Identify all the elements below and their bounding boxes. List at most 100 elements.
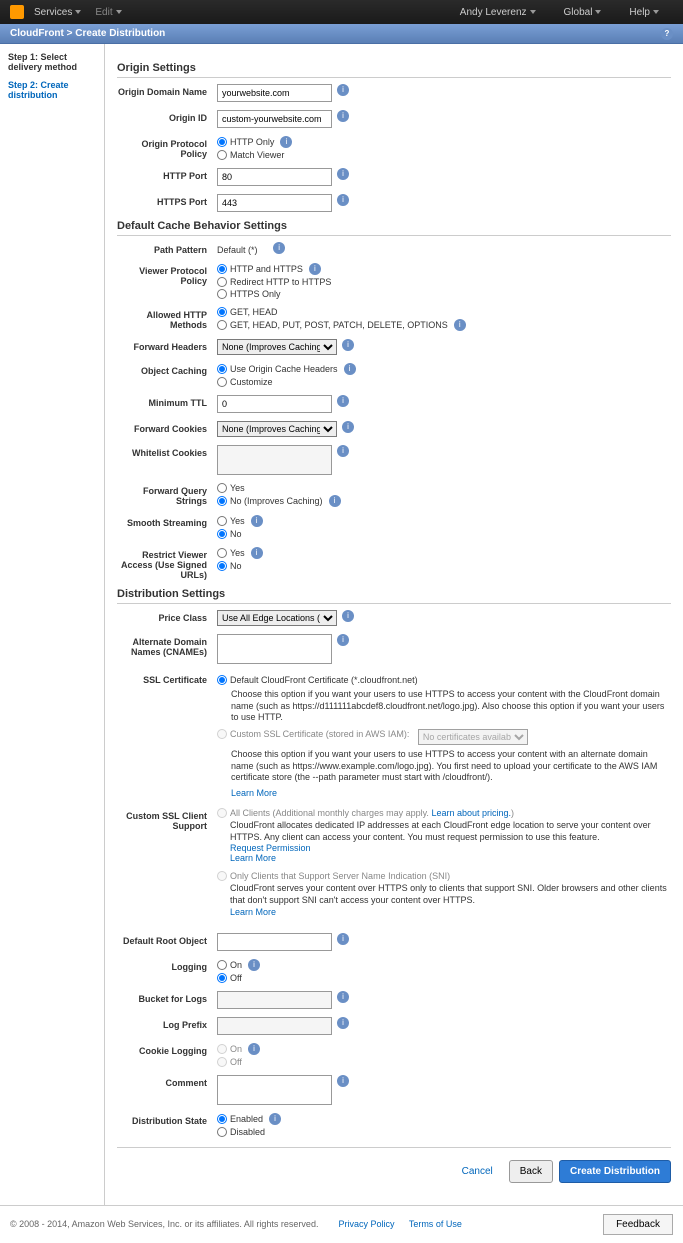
label-origin-id: Origin ID bbox=[117, 110, 217, 123]
region-menu[interactable]: Global bbox=[564, 7, 602, 18]
label-allowed-methods: Allowed HTTP Methods bbox=[117, 307, 217, 330]
ssl-default-desc: Choose this option if you want your user… bbox=[231, 689, 667, 724]
help-icon[interactable]: i bbox=[337, 168, 349, 180]
radio-redirect-https[interactable] bbox=[217, 277, 227, 287]
radio-match-viewer[interactable] bbox=[217, 150, 227, 160]
price-class-select[interactable]: Use All Edge Locations (Best Perform bbox=[217, 610, 337, 626]
aws-logo-icon[interactable] bbox=[10, 5, 24, 19]
radio-http-only[interactable] bbox=[217, 137, 227, 147]
label-log-prefix: Log Prefix bbox=[117, 1017, 217, 1030]
learn-more-link-2[interactable]: Learn More bbox=[230, 907, 276, 917]
help-icon[interactable]: i bbox=[337, 110, 349, 122]
label-ssl-client: Custom SSL Client Support bbox=[117, 808, 217, 831]
help-icon[interactable]: i bbox=[337, 194, 349, 206]
caret-down-icon bbox=[116, 10, 122, 14]
feedback-button[interactable]: Feedback bbox=[603, 1214, 673, 1235]
help-icon[interactable]: i bbox=[337, 634, 349, 646]
label-https-port: HTTPS Port bbox=[117, 194, 217, 207]
help-icon[interactable]: i bbox=[273, 242, 285, 254]
help-icon[interactable]: i bbox=[337, 991, 349, 1003]
help-icon[interactable]: i bbox=[269, 1113, 281, 1125]
log-prefix-input[interactable] bbox=[217, 1017, 332, 1035]
min-ttl-input[interactable] bbox=[217, 395, 332, 413]
learn-more-link[interactable]: Learn More bbox=[230, 853, 276, 863]
http-port-input[interactable] bbox=[217, 168, 332, 186]
help-icon[interactable]: i bbox=[342, 610, 354, 622]
radio-log-on[interactable] bbox=[217, 960, 227, 970]
cancel-button[interactable]: Cancel bbox=[452, 1160, 503, 1183]
ssl-learn-more-link[interactable]: Learn More bbox=[231, 788, 277, 798]
help-icon[interactable]: i bbox=[337, 84, 349, 96]
help-icon[interactable]: i bbox=[337, 1017, 349, 1029]
help-icon[interactable]: i bbox=[342, 339, 354, 351]
radio-ds-disabled[interactable] bbox=[217, 1127, 227, 1137]
default-root-input[interactable] bbox=[217, 933, 332, 951]
radio-get-head-all[interactable] bbox=[217, 320, 227, 330]
forward-headers-select[interactable]: None (Improves Caching) bbox=[217, 339, 337, 355]
label-alt-domain: Alternate Domain Names (CNAMEs) bbox=[117, 634, 217, 657]
radio-ss-no[interactable] bbox=[217, 529, 227, 539]
help-icon[interactable]: i bbox=[248, 959, 260, 971]
forward-cookies-select[interactable]: None (Improves Caching) bbox=[217, 421, 337, 437]
help-icon[interactable]: i bbox=[251, 515, 263, 527]
create-distribution-button[interactable]: Create Distribution bbox=[559, 1160, 671, 1183]
sidebar-step-2[interactable]: Step 2: Create distribution bbox=[8, 80, 96, 100]
label-whitelist-cookies: Whitelist Cookies bbox=[117, 445, 217, 458]
https-port-input[interactable] bbox=[217, 194, 332, 212]
radio-fq-no[interactable] bbox=[217, 496, 227, 506]
help-icon[interactable]: i bbox=[342, 421, 354, 433]
radio-ra-yes[interactable] bbox=[217, 548, 227, 558]
help-icon[interactable]: i bbox=[251, 547, 263, 559]
caret-down-icon bbox=[75, 10, 81, 14]
caret-down-icon bbox=[530, 10, 536, 14]
help-icon[interactable]: i bbox=[454, 319, 466, 331]
breadcrumb-service[interactable]: CloudFront bbox=[10, 28, 64, 39]
caret-down-icon bbox=[595, 10, 601, 14]
label-forward-query: Forward Query Strings bbox=[117, 483, 217, 506]
path-pattern-value: Default (*) bbox=[217, 242, 258, 255]
breadcrumb-page[interactable]: Create Distribution bbox=[75, 28, 165, 39]
copyright-text: © 2008 - 2014, Amazon Web Services, Inc.… bbox=[10, 1219, 318, 1229]
terms-of-use-link[interactable]: Terms of Use bbox=[409, 1219, 462, 1229]
origin-id-input[interactable] bbox=[217, 110, 332, 128]
help-icon[interactable]: i bbox=[337, 1075, 349, 1087]
radio-fq-yes[interactable] bbox=[217, 483, 227, 493]
alt-domain-input[interactable] bbox=[217, 634, 332, 664]
request-permission-link[interactable]: Request Permission bbox=[230, 843, 311, 853]
privacy-policy-link[interactable]: Privacy Policy bbox=[338, 1219, 394, 1229]
origin-domain-input[interactable] bbox=[217, 84, 332, 102]
services-menu[interactable]: Services bbox=[34, 7, 81, 18]
user-menu[interactable]: Andy Leverenz bbox=[460, 7, 536, 18]
label-cookie-logging: Cookie Logging bbox=[117, 1043, 217, 1056]
radio-log-off[interactable] bbox=[217, 973, 227, 983]
help-icon[interactable]: i bbox=[280, 136, 292, 148]
help-icon[interactable]: i bbox=[337, 933, 349, 945]
top-nav: Services Edit Andy Leverenz Global Help bbox=[0, 0, 683, 24]
radio-http-and-https[interactable] bbox=[217, 264, 227, 274]
back-button[interactable]: Back bbox=[509, 1160, 553, 1183]
radio-customize[interactable] bbox=[217, 377, 227, 387]
wizard-sidebar: Step 1: Select delivery method Step 2: C… bbox=[0, 44, 105, 1205]
help-icon[interactable]: ? bbox=[661, 28, 673, 40]
help-icon[interactable]: i bbox=[309, 263, 321, 275]
radio-use-origin[interactable] bbox=[217, 364, 227, 374]
radio-ra-no[interactable] bbox=[217, 561, 227, 571]
comment-input[interactable] bbox=[217, 1075, 332, 1105]
help-icon[interactable]: i bbox=[337, 395, 349, 407]
radio-get-head[interactable] bbox=[217, 307, 227, 317]
bucket-logs-input[interactable] bbox=[217, 991, 332, 1009]
label-viewer-protocol: Viewer Protocol Policy bbox=[117, 263, 217, 286]
help-icon[interactable]: i bbox=[337, 445, 349, 457]
help-icon[interactable]: i bbox=[329, 495, 341, 507]
sidebar-step-1[interactable]: Step 1: Select delivery method bbox=[8, 52, 96, 72]
radio-https-only[interactable] bbox=[217, 289, 227, 299]
radio-ss-yes[interactable] bbox=[217, 516, 227, 526]
help-icon[interactable]: i bbox=[248, 1043, 260, 1055]
whitelist-cookies-input[interactable] bbox=[217, 445, 332, 475]
help-menu[interactable]: Help bbox=[629, 7, 659, 18]
radio-ssl-default[interactable] bbox=[217, 675, 227, 685]
edit-menu[interactable]: Edit bbox=[95, 7, 121, 18]
learn-pricing-link[interactable]: Learn about pricing. bbox=[431, 808, 511, 818]
radio-ds-enabled[interactable] bbox=[217, 1114, 227, 1124]
help-icon[interactable]: i bbox=[344, 363, 356, 375]
